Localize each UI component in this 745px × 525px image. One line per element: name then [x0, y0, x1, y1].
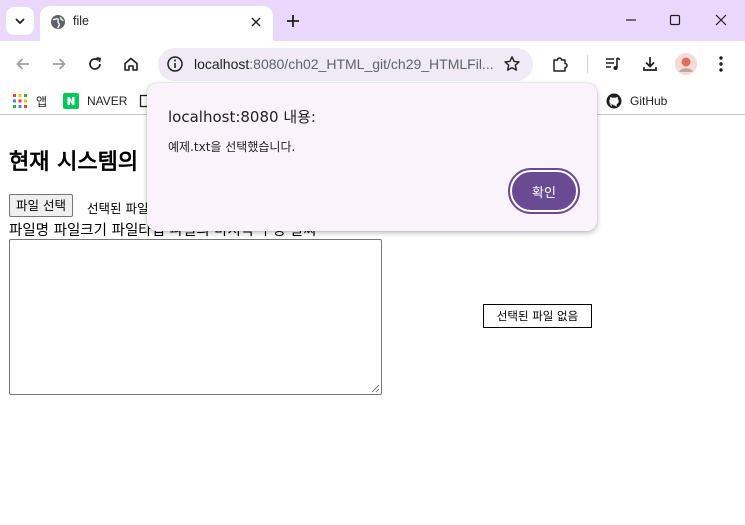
avatar-icon: [675, 53, 697, 75]
plus-icon: [287, 15, 299, 27]
bookmark-github[interactable]: GitHub: [606, 93, 667, 109]
download-icon: [643, 57, 657, 71]
minimize-icon: [625, 19, 636, 21]
url-path: :8080/ch02_HTML_git/ch29_HTMLFil...: [249, 56, 494, 72]
tab-search-button[interactable]: [6, 7, 34, 35]
globe-icon: [51, 15, 65, 29]
menu-button[interactable]: [709, 52, 733, 76]
file-select-button[interactable]: 파일 선택: [9, 194, 73, 217]
url-text[interactable]: localhost:8080/ch02_HTML_git/ch29_HTMLFi…: [194, 56, 494, 72]
naver-icon: [63, 93, 79, 109]
dialog-message: 예제.txt을 선택했습니다.: [168, 140, 296, 154]
back-button[interactable]: [11, 52, 35, 76]
profile-avatar[interactable]: [675, 53, 697, 75]
close-window-button[interactable]: [698, 5, 743, 35]
bookmark-naver[interactable]: NAVER: [63, 93, 127, 109]
extensions-button[interactable]: [548, 52, 572, 76]
maximize-icon: [669, 14, 680, 26]
media-control-button[interactable]: [601, 52, 625, 76]
page-title: 현재 시스템의: [9, 150, 139, 175]
back-arrow-icon: [16, 58, 29, 70]
kebab-menu-icon: [719, 56, 723, 72]
tab-close-button[interactable]: [247, 13, 265, 31]
alert-dialog: localhost:8080 내용: 예제.txt을 선택했습니다. 확인: [147, 83, 597, 231]
tab-title: file: [73, 14, 89, 28]
close-icon: [251, 17, 261, 27]
close-window-icon: [715, 14, 726, 26]
address-bar[interactable]: localhost:8080/ch02_HTML_git/ch29_HTMLFi…: [158, 48, 533, 81]
file-info-textarea[interactable]: [9, 239, 382, 395]
bookmark-apps[interactable]: 앱: [12, 93, 47, 109]
star-icon[interactable]: [503, 55, 521, 73]
forward-arrow-icon: [53, 58, 66, 70]
browser-toolbar: localhost:8080/ch02_HTML_git/ch29_HTMLFi…: [0, 41, 745, 87]
url-host: localhost: [194, 56, 250, 72]
bookmark-label: 앱: [36, 94, 48, 109]
minimize-button[interactable]: [608, 5, 653, 35]
puzzle-icon: [553, 57, 568, 72]
ok-button[interactable]: 확인: [508, 168, 580, 214]
new-tab-button[interactable]: [282, 10, 304, 32]
github-icon: [606, 93, 622, 109]
media-control-icon: [606, 57, 621, 70]
reload-icon: [89, 57, 101, 70]
toolbar-separator: [587, 55, 588, 73]
downloads-button[interactable]: [638, 52, 662, 76]
dialog-title: localhost:8080 내용:: [168, 108, 316, 126]
file-status-box: 선택된 파일 없음: [483, 304, 592, 328]
bookmark-label: GitHub: [630, 94, 668, 108]
info-icon[interactable]: [166, 55, 184, 73]
apps-grid-icon: [13, 94, 27, 108]
forward-button[interactable]: [47, 52, 71, 76]
home-icon: [124, 57, 138, 71]
chevron-down-icon: [15, 18, 25, 24]
file-status-text: 선택된 파일: [87, 201, 149, 216]
resize-grip-icon[interactable]: [371, 384, 380, 393]
reload-button[interactable]: [83, 52, 107, 76]
home-button[interactable]: [119, 52, 143, 76]
active-tab[interactable]: file: [40, 6, 273, 41]
maximize-button[interactable]: [652, 5, 697, 35]
bookmark-label: NAVER: [87, 94, 128, 108]
tab-strip: file: [0, 0, 745, 41]
